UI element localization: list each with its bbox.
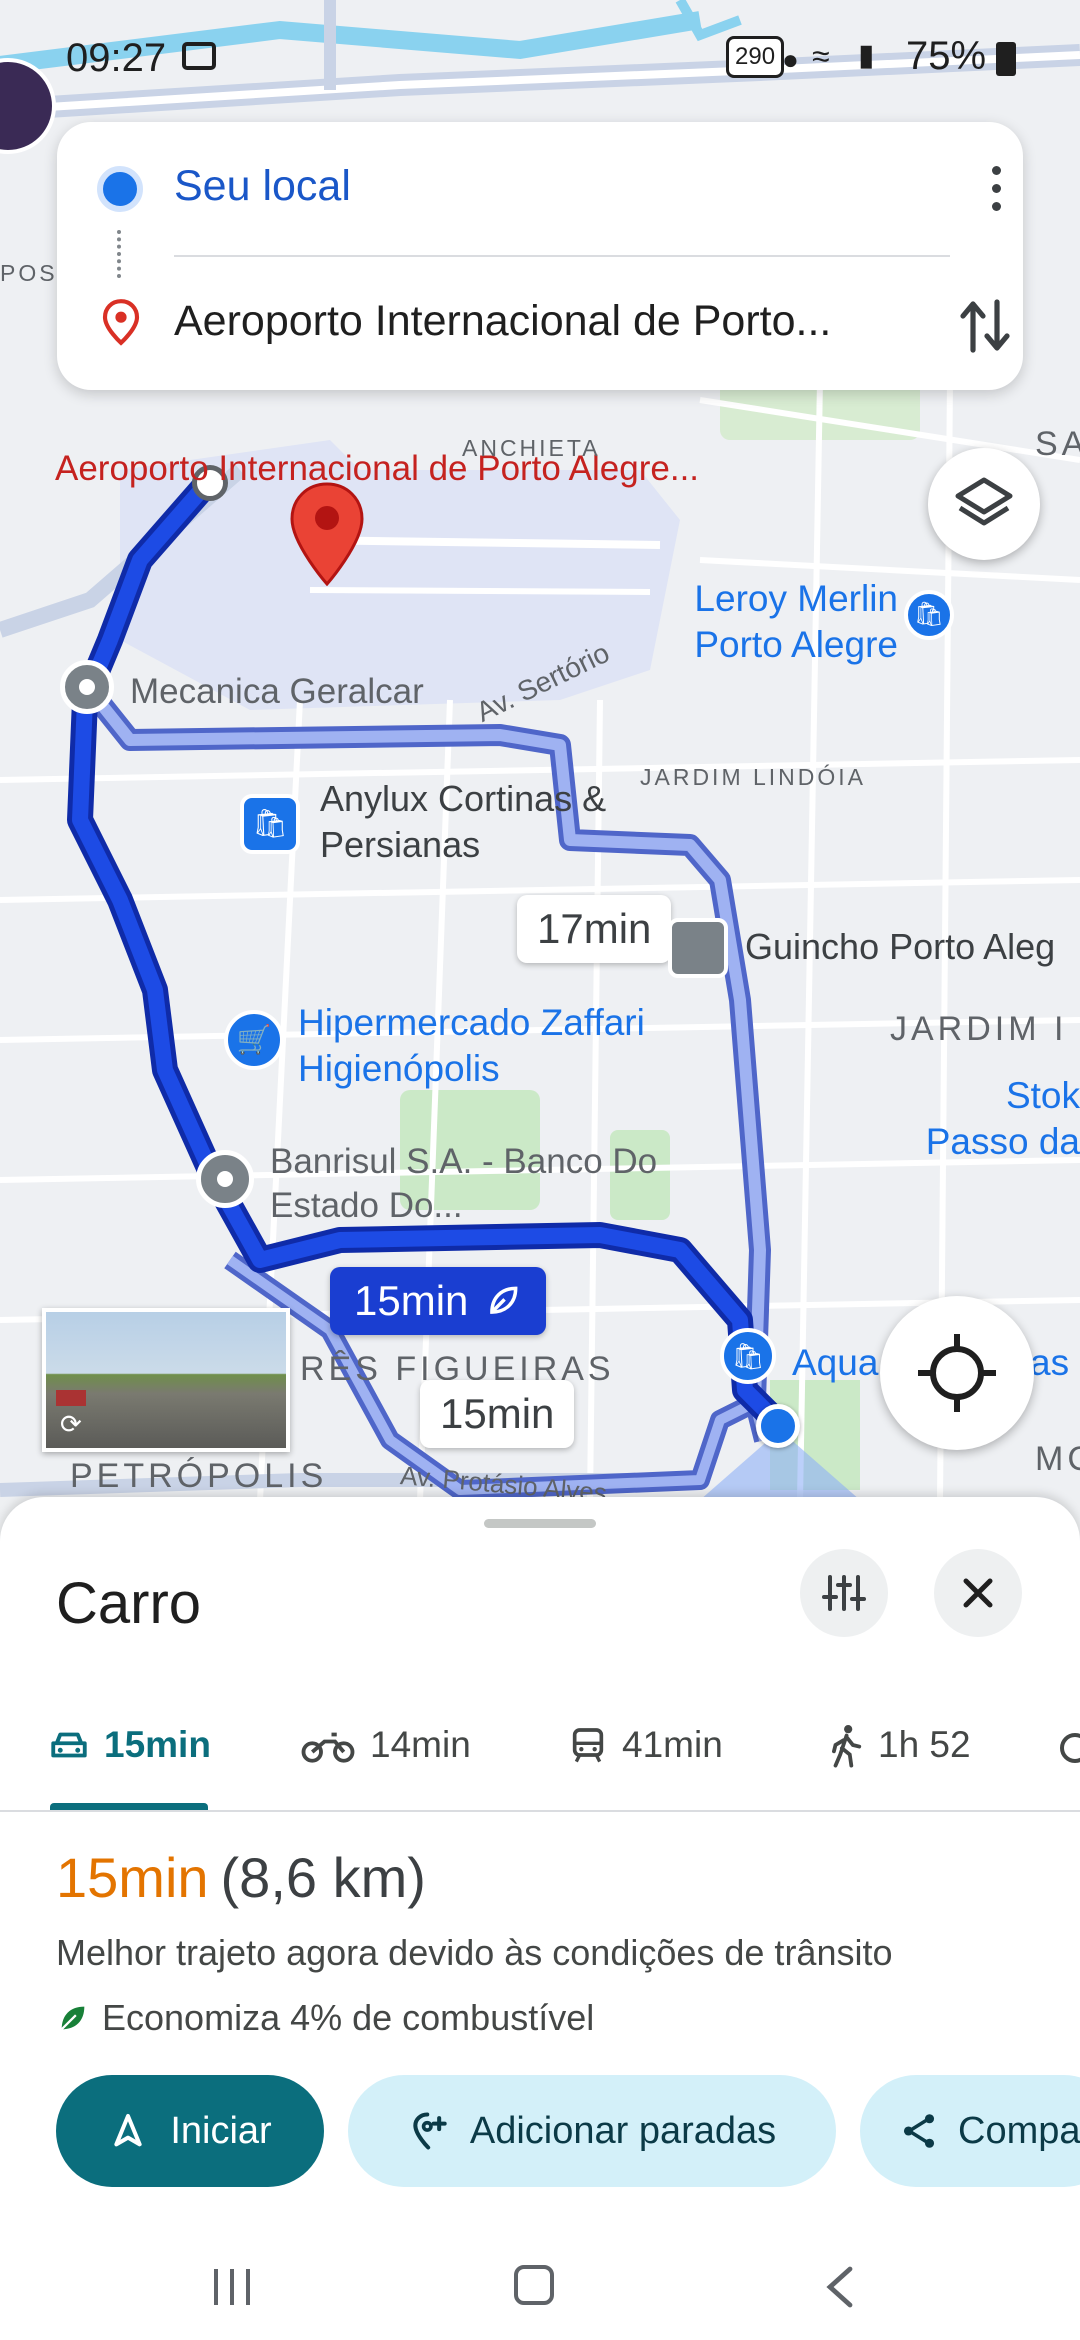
battery-icon bbox=[996, 42, 1016, 76]
navigation-arrow-icon bbox=[114, 2114, 142, 2147]
current-location-dot bbox=[756, 1404, 800, 1448]
poi-square-icon[interactable] bbox=[668, 918, 728, 978]
origin-dot-icon bbox=[97, 166, 143, 212]
route-options-button[interactable] bbox=[800, 1549, 888, 1637]
battery-percent: 75% bbox=[906, 34, 987, 78]
start-button[interactable]: Iniciar bbox=[56, 2075, 324, 2187]
wifi-icon: ≈ bbox=[812, 38, 830, 74]
speed-limit-badge: 290 bbox=[726, 36, 785, 78]
destination-pin-icon bbox=[102, 299, 140, 346]
swap-icon[interactable] bbox=[957, 294, 1013, 358]
street-view-thumbnail[interactable]: ⟳ bbox=[42, 1308, 290, 1452]
route-distance: (8,6 km) bbox=[220, 1846, 426, 1909]
destination-field[interactable]: Aeroporto Internacional de Porto... bbox=[174, 297, 934, 346]
transit-icon bbox=[572, 1728, 604, 1763]
eco-label: Economiza 4% de combustível bbox=[102, 1997, 595, 2038]
location-icon: ● bbox=[782, 44, 799, 75]
area-label-petropolis: PETRÓPOLIS bbox=[70, 1457, 328, 1495]
leaf-icon bbox=[490, 1286, 518, 1314]
active-tab-indicator bbox=[50, 1803, 208, 1810]
drag-handle[interactable] bbox=[484, 1519, 596, 1528]
poi-hipermercado-zaffari[interactable]: Hipermercado Zaffari Higienópolis bbox=[298, 1000, 658, 1092]
car-in-photo bbox=[56, 1390, 86, 1406]
walk-icon bbox=[832, 1725, 862, 1768]
layers-button[interactable] bbox=[928, 448, 1040, 560]
destination-pin-icon[interactable] bbox=[290, 482, 364, 586]
poi-aqua-end: as bbox=[1030, 1342, 1070, 1383]
share-icon bbox=[903, 2114, 935, 2148]
close-icon bbox=[963, 1578, 993, 1608]
area-label-pos: POS bbox=[0, 260, 58, 286]
alt-route-duration-17min[interactable]: 17min bbox=[517, 895, 672, 963]
poi-leroy-merlin[interactable]: Leroy Merlin Porto Alegre bbox=[668, 576, 898, 668]
tab-car[interactable]: 15min bbox=[48, 1715, 211, 1775]
status-bar: 09:27 290 ● ≈ ▮ 75% bbox=[0, 30, 1080, 154]
add-location-icon bbox=[413, 2112, 447, 2150]
recent-apps-button[interactable] bbox=[210, 2267, 254, 2307]
car-icon bbox=[51, 1732, 87, 1758]
tabs-divider bbox=[0, 1810, 1080, 1812]
bank-marker-icon[interactable] bbox=[196, 1150, 254, 1208]
share-button-label: Compa bbox=[958, 2109, 1080, 2152]
close-button[interactable] bbox=[934, 1549, 1022, 1637]
start-button-label: Iniciar bbox=[170, 2109, 272, 2152]
status-time: 09:27 bbox=[66, 36, 167, 80]
shopping-bag-icon[interactable]: 🛍 bbox=[720, 1328, 776, 1384]
tune-icon bbox=[822, 1575, 866, 1611]
tab-car-label: 15min bbox=[104, 1724, 211, 1765]
shopping-bag-icon[interactable]: 🛍 bbox=[904, 590, 954, 640]
tab-motorcycle-label: 14min bbox=[370, 1724, 471, 1765]
tab-walk[interactable]: 1h 52 bbox=[826, 1715, 971, 1775]
tab-transit[interactable]: 41min bbox=[568, 1715, 723, 1775]
gallery-icon bbox=[182, 42, 216, 70]
area-label-jardim: JARDIM I bbox=[890, 1010, 1068, 1048]
area-label-anchieta: ANCHIETA bbox=[462, 435, 601, 461]
poi-mecanica-geralcar[interactable]: Mecanica Geralcar bbox=[130, 670, 424, 714]
route-description: Melhor trajeto agora devido às condições… bbox=[56, 1932, 893, 1973]
poi-guincho[interactable]: Guincho Porto Aleg bbox=[745, 926, 1055, 968]
area-label-sa: SA bbox=[1035, 425, 1080, 463]
leaf-icon bbox=[60, 2006, 85, 2031]
tab-motorcycle[interactable]: 14min bbox=[300, 1715, 471, 1775]
poi-aqua[interactable]: Aqua bbox=[792, 1340, 878, 1386]
gps-crosshair-icon bbox=[918, 1334, 996, 1412]
rotate-360-icon: ⟳ bbox=[60, 1409, 82, 1439]
home-button[interactable] bbox=[514, 2265, 554, 2305]
route-connector bbox=[117, 230, 125, 278]
share-button[interactable]: Compa bbox=[860, 2075, 1080, 2187]
area-label-jardim-lindoia: JARDIM LINDÓIA bbox=[640, 764, 867, 790]
waypoint-marker-icon[interactable] bbox=[60, 660, 114, 714]
shopping-cart-icon[interactable]: 🛒 bbox=[224, 1010, 284, 1070]
add-stops-button[interactable]: Adicionar paradas bbox=[348, 2075, 836, 2187]
area-label-mc: MC bbox=[1035, 1440, 1080, 1478]
route-time: 15min bbox=[56, 1846, 209, 1909]
tab-transit-label: 41min bbox=[622, 1724, 723, 1765]
airport-label[interactable]: Aeroporto Internacional de Porto Alegre.… bbox=[55, 446, 699, 491]
motorcycle-icon bbox=[301, 1732, 355, 1763]
add-stops-label: Adicionar paradas bbox=[469, 2109, 777, 2152]
field-divider bbox=[174, 255, 950, 257]
main-route-duration[interactable]: 15min bbox=[330, 1267, 547, 1335]
signal-icon: ▮ bbox=[858, 39, 875, 72]
eco-note: Economiza 4% de combustível bbox=[56, 1997, 594, 2039]
route-summary: 15min (8,6 km) bbox=[56, 1845, 426, 1910]
poi-anylux[interactable]: Anylux Cortinas & Persianas bbox=[320, 776, 620, 868]
tab-walk-label: 1h 52 bbox=[878, 1724, 971, 1765]
bottom-sheet[interactable]: Carro 15min 14min 41min 1h 52 15min (8,6… bbox=[0, 1497, 1080, 2340]
travel-mode-title: Carro bbox=[56, 1571, 202, 1636]
directions-card: Seu local Aeroporto Internacional de Por… bbox=[57, 122, 1023, 390]
more-modes-icon[interactable] bbox=[1060, 1733, 1080, 1763]
back-button[interactable] bbox=[820, 2263, 860, 2311]
shopping-bag-icon[interactable]: 🛍 bbox=[240, 794, 300, 854]
more-options-icon[interactable] bbox=[992, 166, 1002, 218]
poi-stok[interactable]: Stok Passo da bbox=[910, 1073, 1080, 1165]
recenter-button[interactable] bbox=[880, 1296, 1034, 1450]
origin-field[interactable]: Seu local bbox=[174, 162, 351, 211]
layers-icon bbox=[955, 477, 1013, 526]
alt-route-duration-15min[interactable]: 15min bbox=[420, 1380, 575, 1448]
main-route-duration-label: 15min bbox=[354, 1277, 469, 1324]
poi-banrisul[interactable]: Banrisul S.A. - Banco Do Estado Do... bbox=[270, 1140, 670, 1228]
